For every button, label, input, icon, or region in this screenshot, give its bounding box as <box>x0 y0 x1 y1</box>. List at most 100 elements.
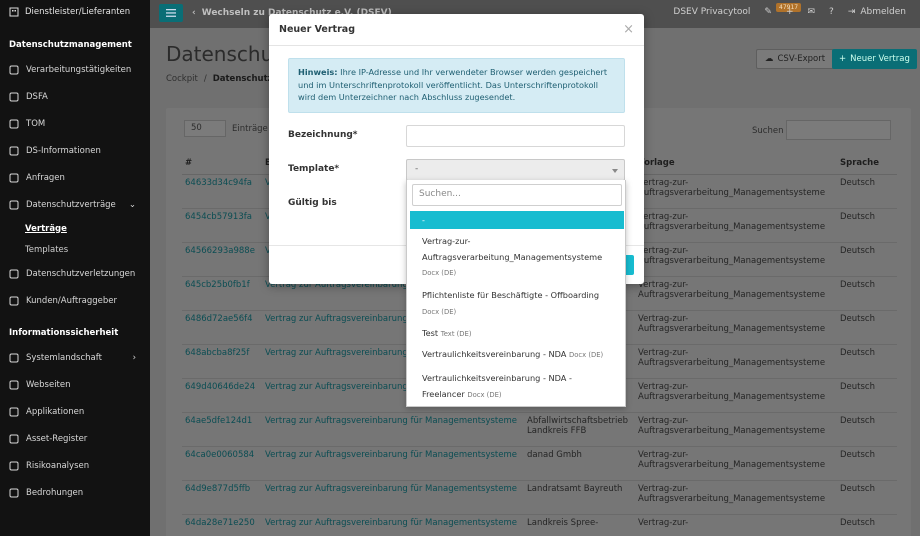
sidebar-item-label: Systemlandschaft <box>26 352 102 363</box>
csv-export-button[interactable]: ☁ CSV-Export <box>756 49 835 69</box>
new-contract-label: Neuer Vertrag <box>850 54 910 64</box>
csv-export-label: CSV-Export <box>777 54 826 64</box>
sidebar-section-heading: Informationssicherheit <box>9 328 119 338</box>
column-header[interactable]: # <box>182 152 262 175</box>
table-row[interactable]: 64ca0e0060584 Vertrag zur Auftragsvereinb… <box>182 446 897 481</box>
contract-id-link[interactable]: 6454cb57913fa <box>182 208 262 243</box>
contract-id-link[interactable]: 64566293a988e <box>182 242 262 277</box>
sidebar-item-items3-4[interactable]: Risikoanalysen <box>0 452 150 479</box>
sidebar-item-label: Dienstleister/Lieferanten <box>25 7 131 17</box>
sidebar-item-items3-1[interactable]: Webseiten <box>0 371 150 398</box>
sidebar-item-label: Verarbeitungstätigkeiten <box>26 64 132 75</box>
sidebar-item-items1-0[interactable]: Verarbeitungstätigkeiten <box>0 56 150 83</box>
contract-id-link[interactable]: 64da28e71e250 <box>182 514 262 536</box>
menu-toggle-button[interactable] <box>159 4 183 22</box>
dropdown-option[interactable]: Vertraulichkeitsvereinbarung - NDA - Fre… <box>410 371 624 403</box>
table-cell: danad Gmbh <box>524 446 635 481</box>
sidebar-subitem-templates[interactable]: Templates <box>0 239 150 260</box>
contract-name-link[interactable]: Vertrag zur Auftragsvereinbarung für Man… <box>262 514 524 536</box>
sidebar-item-label: Asset-Register <box>26 433 88 444</box>
dropdown-option[interactable]: Test Text (DE) <box>410 326 624 343</box>
contract-id-link[interactable]: 64633d34c94fa <box>182 174 262 209</box>
contract-id-link[interactable]: 6486d72ae56f4 <box>182 310 262 345</box>
contract-name-link[interactable]: Vertrag zur Auftragsvereinbarung für Man… <box>262 412 524 447</box>
globe-icon <box>9 407 19 417</box>
list-icon <box>9 65 19 75</box>
dropdown-option-name: Vertrag-zur-Auftragsverarbeitung_Managem… <box>422 236 603 262</box>
sidebar-item-items3-3[interactable]: Asset-Register <box>0 425 150 452</box>
column-header[interactable]: Vorlage <box>635 152 837 175</box>
table-row[interactable]: 64d9e877d5ffb Vertrag zur Auftragsvereinb… <box>182 480 897 515</box>
table-cell: Vertrag-zur-Auftragsverarbeitung_Managem… <box>635 480 837 515</box>
sidebar-item-items3-5[interactable]: Bedrohungen <box>0 479 150 506</box>
sidebar-item-items3-0[interactable]: Systemlandschaft › <box>0 344 150 371</box>
sidebar-item-items2-1[interactable]: Kunden/Auftraggeber <box>0 287 150 314</box>
sidebar-item-label: Kunden/Auftraggeber <box>26 295 118 306</box>
edit-icon[interactable]: ✎ <box>764 7 772 17</box>
sidebar-item-items3-2[interactable]: Applikationen <box>0 398 150 425</box>
column-header[interactable]: Sprache <box>837 152 897 175</box>
dropdown-option-selected[interactable]: - <box>410 211 624 229</box>
table-row[interactable]: 64da28e71e250 Vertrag zur Auftragsvereinb… <box>182 514 897 536</box>
sidebar-item-items1-4[interactable]: Anfragen <box>0 164 150 191</box>
chevron-icon: › <box>132 352 136 363</box>
template-select[interactable]: - <box>406 159 625 181</box>
building-icon <box>9 7 19 17</box>
contract-id-link[interactable]: 648abcba8f25f <box>182 344 262 379</box>
sidebar-item-dienstleister[interactable]: Dienstleister/Lieferanten <box>0 0 150 24</box>
template-dropdown: Suchen... - Vertrag-zur-Auftragsverarbei… <box>406 180 626 407</box>
sidebar-item-items2-0[interactable]: Datenschutzverletzungen <box>0 260 150 287</box>
pen-icon <box>9 200 19 210</box>
contract-name-link[interactable]: Vertrag zur Auftragsvereinbarung für Man… <box>262 480 524 515</box>
template-label: Template* <box>288 164 340 174</box>
sidebar-item-label: Bedrohungen <box>26 487 84 498</box>
dropdown-option[interactable]: Vertrag-zur-Auftragsverarbeitung_Managem… <box>410 234 624 282</box>
table-cell: Deutsch <box>837 514 897 536</box>
monitor-icon <box>9 380 19 390</box>
table-cell: Landratsamt Bayreuth <box>524 480 635 515</box>
dropdown-option[interactable]: Pflichtenliste für Beschäftigte - Offboa… <box>410 288 624 320</box>
table-search-label: Suchen <box>752 126 784 136</box>
warning-icon <box>9 461 19 471</box>
table-row[interactable]: 64ae5dfe124d1 Vertrag zur Auftragsvereinb… <box>182 412 897 447</box>
plus-icon[interactable]: + <box>786 7 794 17</box>
contract-id-link[interactable]: 645cb25b0fb1f <box>182 276 262 311</box>
contract-id-link[interactable]: 64d9e877d5ffb <box>182 480 262 515</box>
logout-button[interactable]: ⇥ Abmelden <box>848 7 906 17</box>
contract-id-link[interactable]: 64ca0e0060584 <box>182 446 262 481</box>
chart-icon <box>9 92 19 102</box>
sidebar-item-items1-3[interactable]: DS-Informationen <box>0 137 150 164</box>
hint-title: Hinweis: <box>298 67 338 77</box>
hamburger-icon <box>166 9 176 17</box>
sidebar-subitem-vertraege[interactable]: Verträge <box>0 218 150 239</box>
sidebar-item-label: Risikoanalysen <box>26 460 90 471</box>
table-cell: Vertrag-zur-Auftragsverarbeitung_Managem… <box>635 412 837 447</box>
contract-id-link[interactable]: 649d40646de24 <box>182 378 262 413</box>
name-input[interactable] <box>406 125 625 147</box>
close-icon[interactable]: × <box>623 22 634 37</box>
table-search-input[interactable] <box>786 120 891 140</box>
page-size-select[interactable]: 50 <box>184 120 226 137</box>
dropdown-option-type: Docx (DE) <box>569 351 604 359</box>
sidebar-item-label: Datenschutzverträge <box>26 199 116 210</box>
breadcrumb-home[interactable]: Cockpit <box>166 74 198 84</box>
help-icon[interactable]: ? <box>829 7 834 17</box>
dropdown-search-input[interactable]: Suchen... <box>412 184 622 206</box>
logout-icon: ⇥ <box>847 7 856 17</box>
sidebar-item-label: TOM <box>26 118 46 129</box>
contract-id-link[interactable]: 64ae5dfe124d1 <box>182 412 262 447</box>
contract-name-link[interactable]: Vertrag zur Auftragsvereinbarung für Man… <box>262 446 524 481</box>
template-select-value: - <box>415 164 419 174</box>
mail-icon[interactable]: ✉ <box>807 7 815 17</box>
table-cell: Vertrag-zur-Auftragsverarbeitung_Managem… <box>635 242 837 277</box>
new-contract-button[interactable]: + Neuer Vertrag <box>832 49 917 69</box>
dropdown-option-type: Docx (DE) <box>422 307 457 316</box>
sidebar-item-items1-2[interactable]: TOM <box>0 110 150 137</box>
sidebar-item-items1-5[interactable]: Datenschutzverträge ⌄ <box>0 191 150 218</box>
dropdown-option[interactable]: Vertraulichkeitsvereinbarung - NDA Docx … <box>410 347 624 364</box>
sidebar-item-items1-1[interactable]: DSFA <box>0 83 150 110</box>
table-cell: Abfallwirtschaftsbetrieb Landkreis FFB <box>524 412 635 447</box>
table-cell: Deutsch <box>837 446 897 481</box>
user-icon <box>9 296 19 306</box>
sidebar-item-label: Applikationen <box>26 406 85 417</box>
